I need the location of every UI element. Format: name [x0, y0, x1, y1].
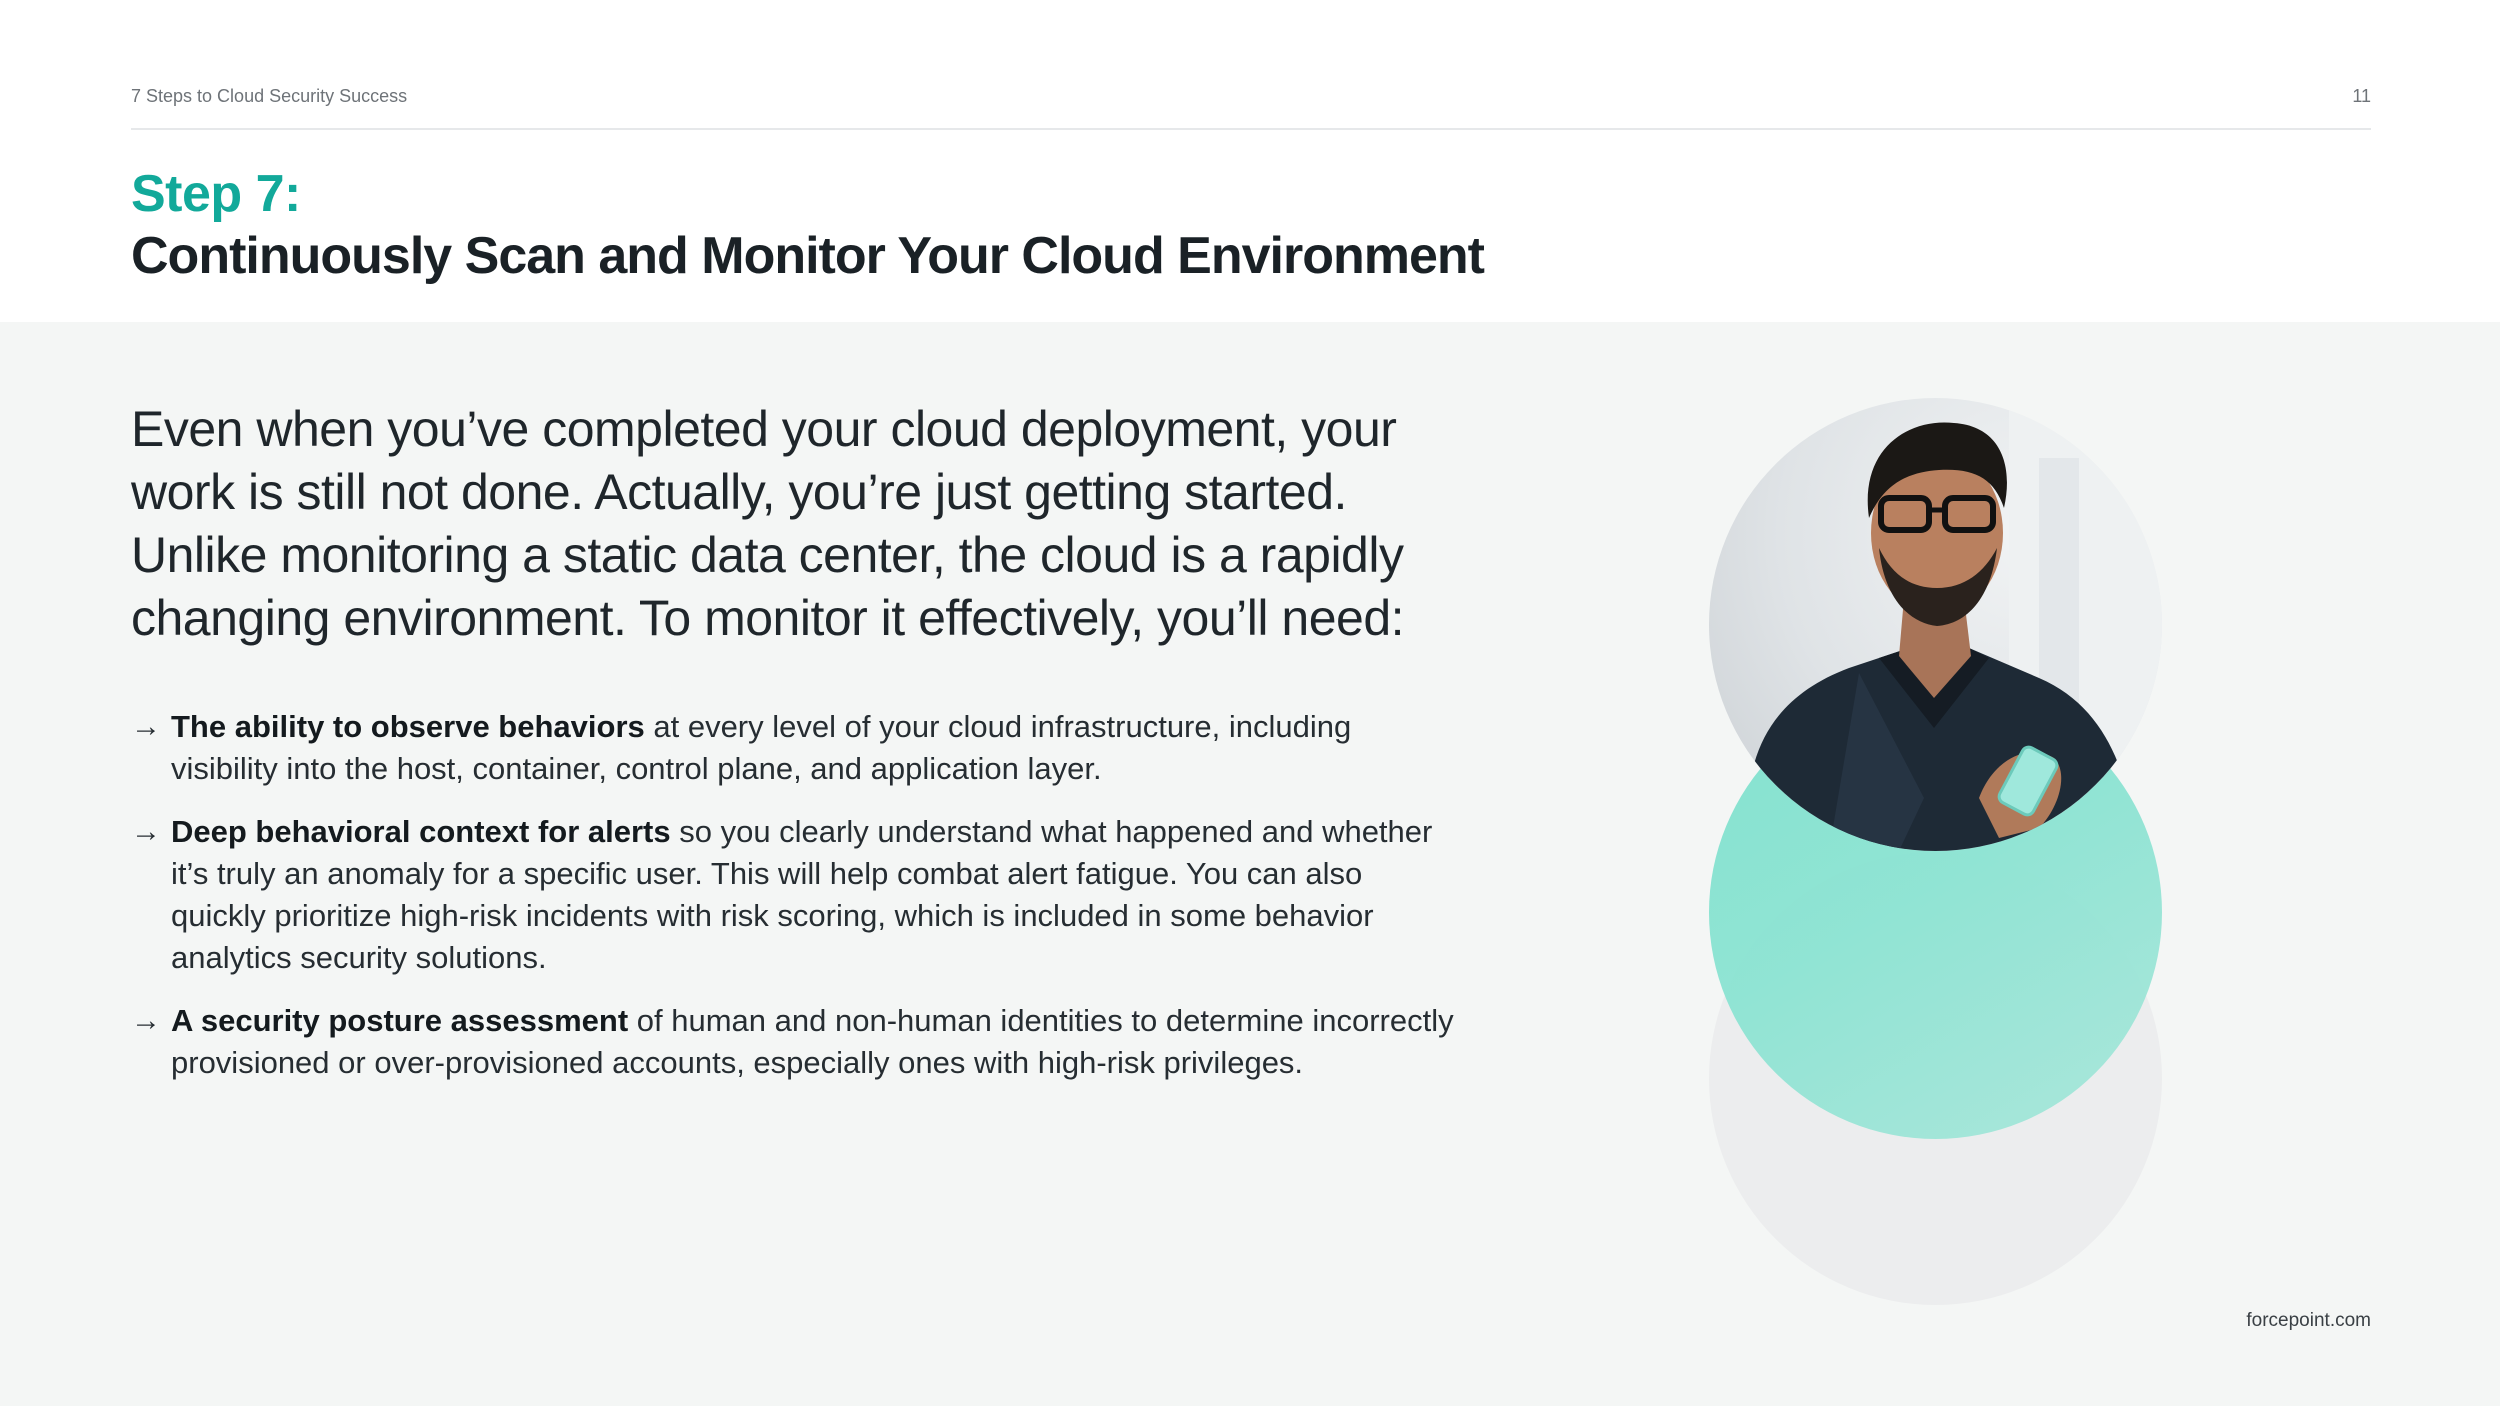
- lead-paragraph: Even when you’ve completed your cloud de…: [131, 401, 1405, 646]
- arrow-right-icon: →: [131, 1004, 161, 1037]
- header-divider: [131, 128, 2371, 130]
- list-item: → The ability to observe behaviors at ev…: [131, 706, 1461, 790]
- person-photo: [1709, 398, 2162, 851]
- bullet-emphasis: Deep behavioral context for alerts: [171, 814, 671, 849]
- decorative-circles: [1709, 398, 2162, 1305]
- running-header: 7 Steps to Cloud Security Success 11: [131, 86, 2371, 107]
- bullet-list: → The ability to observe behaviors at ev…: [131, 706, 1461, 1105]
- page-number: 11: [2352, 86, 2371, 106]
- document-title: 7 Steps to Cloud Security Success: [131, 86, 408, 106]
- footer-site: forcepoint.com: [2246, 1310, 2371, 1331]
- page-title: Continuously Scan and Monitor Your Cloud…: [131, 227, 1485, 285]
- arrow-right-icon: →: [131, 815, 161, 848]
- person-illustration: [1747, 398, 2162, 851]
- bullet-emphasis: The ability to observe behaviors: [171, 709, 645, 744]
- list-item: → Deep behavioral context for alerts so …: [131, 811, 1461, 979]
- step-label: Step 7:: [131, 165, 301, 223]
- arrow-right-icon: →: [131, 710, 161, 743]
- bullet-emphasis: A security posture assessment: [171, 1003, 629, 1038]
- list-item: → A security posture assessment of human…: [131, 1000, 1461, 1084]
